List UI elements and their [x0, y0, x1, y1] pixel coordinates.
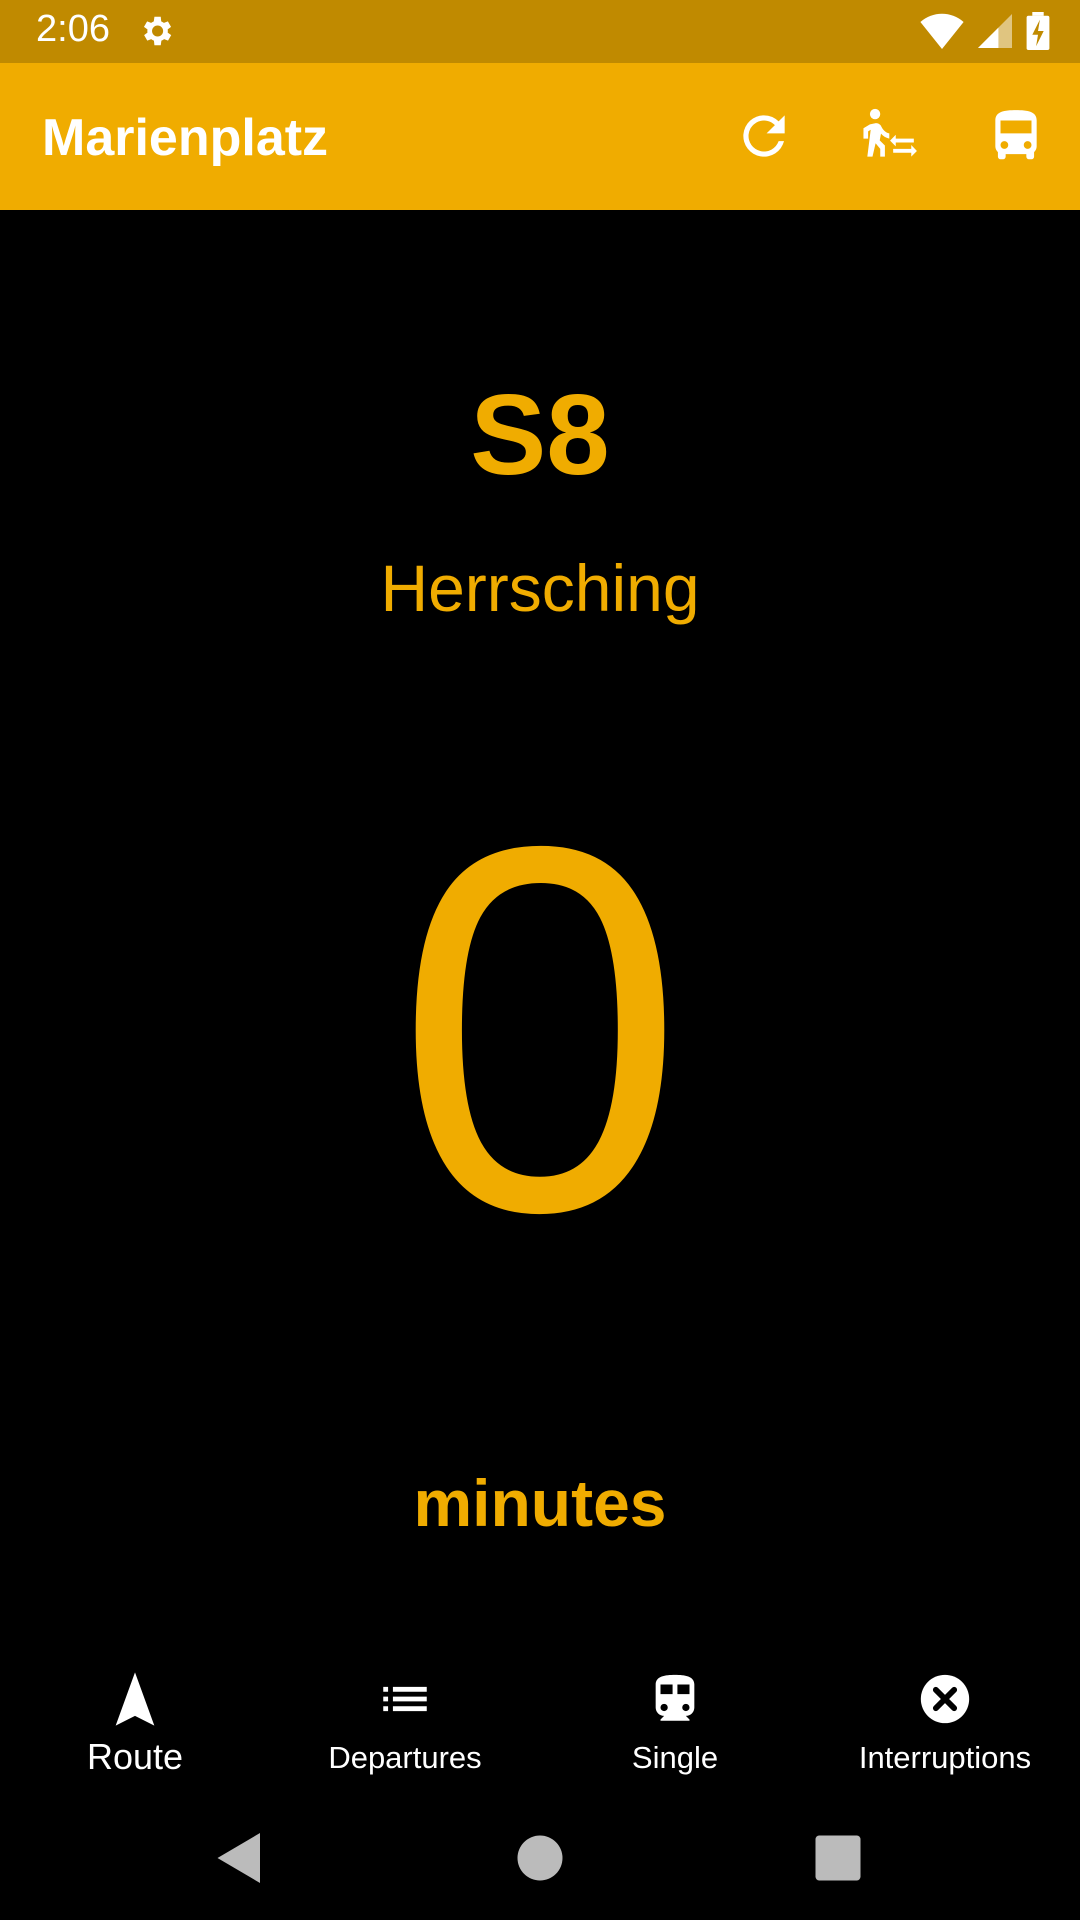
destination: Herrsching [380, 551, 700, 625]
cancel-circle-icon [920, 1674, 970, 1724]
status-time: 2:06 [36, 8, 110, 50]
app-bar: Marienplatz [0, 63, 1080, 210]
home-icon[interactable] [510, 1828, 570, 1888]
system-navigation-bar [0, 1800, 1080, 1920]
nav-item-interruptions[interactable]: Interruptions [810, 1640, 1080, 1800]
cell-signal-icon [978, 14, 1012, 48]
nav-item-single[interactable]: Single [540, 1640, 810, 1800]
bottom-navigation: Route Departures Single Interruptions [0, 1640, 1080, 1800]
settings-gear-icon [143, 16, 172, 46]
refresh-icon[interactable] [733, 105, 795, 167]
train-icon [655, 1674, 695, 1721]
bus-icon[interactable] [985, 105, 1047, 167]
battery-charging-icon [1026, 12, 1050, 50]
walk-transfer-icon[interactable] [857, 105, 919, 167]
line-name: S8 [470, 372, 610, 499]
nav-label-route: Route [86, 1736, 184, 1777]
wifi-icon [920, 13, 964, 49]
nav-item-departures[interactable]: Departures [270, 1640, 540, 1800]
nav-label-single: Single [631, 1740, 719, 1775]
minutes-countdown: 0 [395, 739, 685, 1320]
nav-label-interruptions: Interruptions [858, 1740, 1032, 1775]
back-icon[interactable] [210, 1828, 270, 1888]
recents-icon[interactable] [808, 1828, 868, 1888]
status-bar: 2:06 [0, 0, 1080, 63]
list-icon [383, 1686, 427, 1712]
page-title: Marienplatz [42, 109, 329, 167]
minutes-label: minutes [413, 1466, 667, 1540]
nav-item-route[interactable]: Route [0, 1640, 270, 1800]
departure-panel: S8 Herrsching 0 minutes [0, 210, 1080, 1640]
navigation-arrow-icon [115, 1672, 155, 1726]
nav-label-departures: Departures [328, 1740, 482, 1775]
